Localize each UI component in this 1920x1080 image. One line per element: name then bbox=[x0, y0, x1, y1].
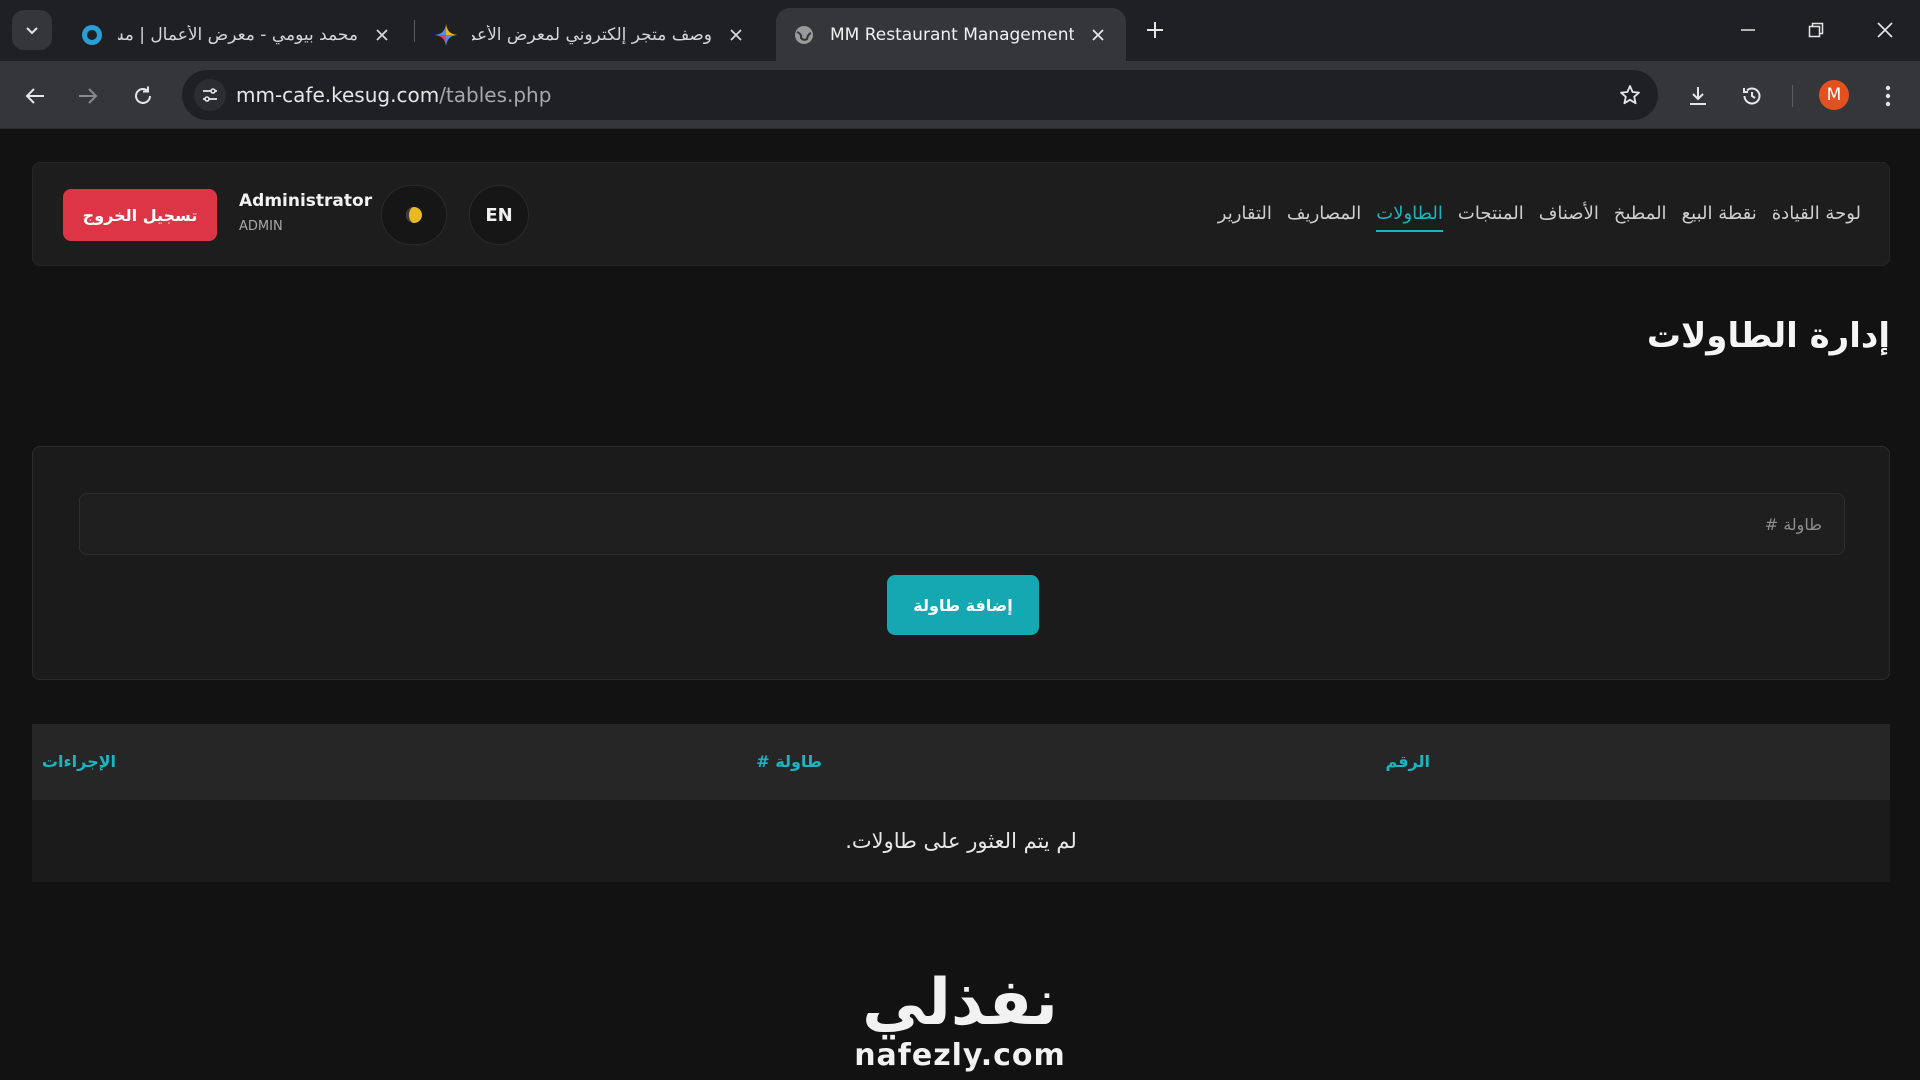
language-toggle-button[interactable]: EN bbox=[469, 185, 529, 245]
theme-toggle-button[interactable] bbox=[381, 185, 447, 245]
tab-separator bbox=[414, 20, 415, 42]
tab-title: وصف متجر إلكتروني لمعرض الأعمال bbox=[472, 24, 712, 45]
nav-link-tables[interactable]: الطاولات bbox=[1376, 203, 1443, 232]
bookmark-button[interactable] bbox=[1616, 81, 1644, 109]
nav-link-expenses[interactable]: المصاريف bbox=[1287, 203, 1361, 232]
table-header: الرقم طاولة # الإجراءات bbox=[32, 724, 1890, 800]
history-icon bbox=[1743, 87, 1761, 105]
column-header-table: طاولة # bbox=[756, 752, 822, 771]
page-title: إدارة الطاولات bbox=[1646, 316, 1890, 356]
user-info: Administrator ADMIN bbox=[239, 191, 372, 234]
tab-title: MM Restaurant Management bbox=[830, 24, 1074, 45]
toolbar-divider bbox=[1792, 85, 1793, 107]
window-close-button[interactable] bbox=[1862, 8, 1908, 52]
table-number-input[interactable] bbox=[79, 493, 1845, 555]
nav-link-dashboard[interactable]: لوحة القيادة bbox=[1772, 203, 1861, 232]
url-host: mm-cafe.kesug.com bbox=[236, 83, 440, 107]
nav-link-reports[interactable]: التقارير bbox=[1218, 203, 1272, 232]
star-icon bbox=[1620, 85, 1640, 105]
browser-tabstrip: محمد بيومي - معرض الأعمال | مستقل وصف مت… bbox=[0, 0, 1920, 61]
url-text: mm-cafe.kesug.com/tables.php bbox=[236, 83, 551, 107]
nav-links: لوحة القيادة نقطة البيع المطبخ الأصناف ا… bbox=[1218, 203, 1861, 232]
restore-button[interactable] bbox=[1793, 8, 1839, 52]
history-button[interactable] bbox=[1734, 78, 1770, 114]
user-role: ADMIN bbox=[239, 219, 283, 234]
column-header-number: الرقم bbox=[1385, 752, 1430, 771]
watermark-arabic: نفذلي bbox=[862, 966, 1058, 1040]
tables-list: الرقم طاولة # الإجراءات لم يتم العثور عل… bbox=[32, 724, 1890, 882]
url-path: /tables.php bbox=[439, 83, 552, 107]
plus-icon bbox=[1147, 22, 1163, 38]
watermark-latin: nafezly.com bbox=[854, 1038, 1066, 1073]
minimize-icon bbox=[1741, 29, 1755, 31]
forward-button[interactable] bbox=[70, 78, 106, 114]
reload-icon bbox=[135, 86, 151, 104]
column-header-actions: الإجراءات bbox=[41, 752, 116, 771]
nav-link-categories[interactable]: الأصناف bbox=[1539, 203, 1599, 232]
site-info-button[interactable] bbox=[194, 79, 226, 111]
tab-mostaql[interactable]: محمد بيومي - معرض الأعمال | مستقل bbox=[64, 8, 410, 61]
nav-link-products[interactable]: المنتجات bbox=[1458, 203, 1524, 232]
tune-icon bbox=[203, 88, 217, 102]
browser-menu-button[interactable] bbox=[1870, 78, 1906, 114]
tab-search-button[interactable] bbox=[12, 10, 52, 50]
add-table-form: إضافة طاولة bbox=[32, 446, 1890, 680]
reload-button[interactable] bbox=[125, 78, 161, 114]
profile-avatar[interactable]: M bbox=[1819, 80, 1849, 110]
globe-icon bbox=[792, 23, 816, 47]
nav-link-kitchen[interactable]: المطبخ bbox=[1614, 203, 1667, 232]
close-icon[interactable] bbox=[370, 23, 394, 47]
page: لوحة القيادة نقطة البيع المطبخ الأصناف ا… bbox=[0, 130, 1920, 1080]
tab-gemini[interactable]: وصف متجر إلكتروني لمعرض الأعمال bbox=[418, 8, 764, 61]
close-icon bbox=[1877, 22, 1893, 38]
tab-restaurant[interactable]: MM Restaurant Management bbox=[776, 8, 1126, 61]
mostaql-favicon-icon bbox=[80, 23, 104, 47]
new-tab-button[interactable] bbox=[1139, 14, 1171, 46]
nav-link-pos[interactable]: نقطة البيع bbox=[1682, 203, 1757, 232]
close-icon[interactable] bbox=[724, 23, 748, 47]
download-icon bbox=[1690, 87, 1706, 105]
user-name: Administrator bbox=[239, 191, 373, 211]
browser-toolbar: mm-cafe.kesug.com/tables.php M bbox=[0, 61, 1920, 129]
half-moon-icon bbox=[406, 207, 422, 223]
kebab-menu-icon bbox=[1885, 85, 1891, 107]
chevron-down-icon bbox=[26, 27, 38, 35]
arrow-right-icon bbox=[79, 88, 98, 104]
app-navbar: لوحة القيادة نقطة البيع المطبخ الأصناف ا… bbox=[32, 162, 1890, 266]
address-bar[interactable]: mm-cafe.kesug.com/tables.php bbox=[182, 70, 1658, 120]
minimize-button[interactable] bbox=[1725, 8, 1771, 52]
arrow-left-icon bbox=[25, 88, 44, 104]
downloads-button[interactable] bbox=[1680, 78, 1716, 114]
restore-icon bbox=[1808, 22, 1824, 38]
tab-title: محمد بيومي - معرض الأعمال | مستقل bbox=[118, 24, 358, 45]
add-table-button[interactable]: إضافة طاولة bbox=[887, 575, 1039, 635]
empty-state-row: لم يتم العثور على طاولات. bbox=[32, 800, 1890, 882]
nafezly-watermark: نفذلي nafezly.com bbox=[852, 968, 1068, 1080]
gemini-sparkle-icon bbox=[434, 23, 458, 47]
back-button[interactable] bbox=[17, 78, 53, 114]
close-icon[interactable] bbox=[1086, 23, 1110, 47]
logout-button[interactable]: تسجيل الخروج bbox=[63, 189, 217, 241]
empty-message: لم يتم العثور على طاولات. bbox=[845, 829, 1077, 853]
